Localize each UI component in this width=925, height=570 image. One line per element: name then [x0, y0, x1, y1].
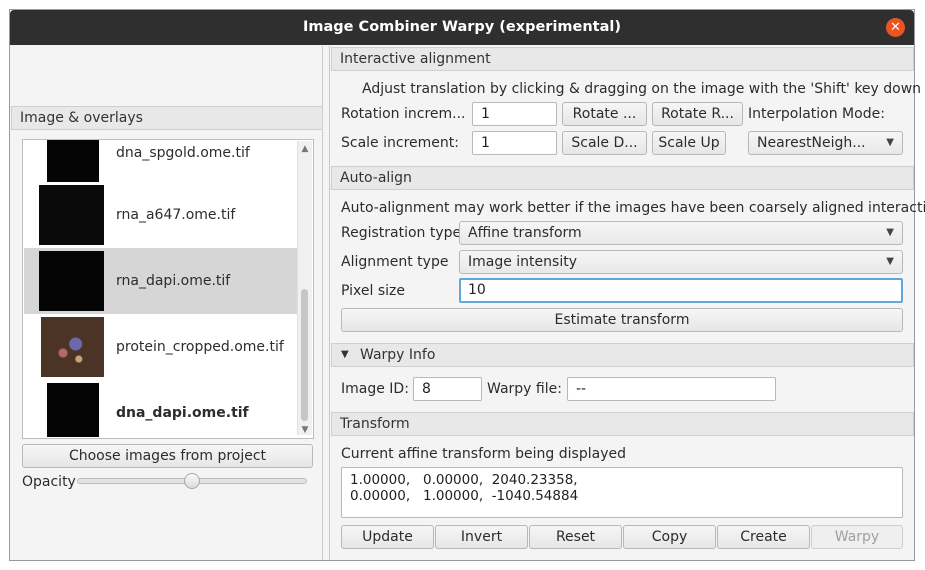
opacity-label: Opacity — [22, 474, 76, 490]
create-button[interactable]: Create — [717, 525, 810, 549]
copy-button[interactable]: Copy — [623, 525, 716, 549]
image-thumbnail — [39, 251, 104, 311]
alignment-type-value: Image intensity — [468, 254, 577, 270]
image-name: dna_dapi.ome.tif — [116, 405, 249, 421]
warpy-info-header[interactable]: ▼ Warpy Info — [331, 343, 914, 367]
alignment-type-select[interactable]: Image intensity ▼ — [459, 250, 903, 274]
rotate-right-button[interactable]: Rotate R... — [652, 102, 743, 126]
interactive-instruction: Adjust translation by clicking & draggin… — [362, 81, 922, 97]
transform-row-1: 1.00000, 0.00000, 2040.23358, — [350, 472, 578, 488]
opacity-slider-knob[interactable] — [184, 473, 200, 489]
image-thumbnail — [47, 383, 99, 437]
split-pane-divider[interactable] — [322, 46, 330, 560]
image-name: rna_a647.ome.tif — [116, 207, 236, 223]
scale-increment-input[interactable]: 1 — [472, 131, 557, 155]
list-item-protein-cropped[interactable]: protein_cropped.ome.tif — [24, 314, 297, 380]
registration-type-label: Registration type — [341, 225, 462, 241]
pixel-size-input[interactable]: 10 — [459, 278, 903, 303]
rotate-left-button[interactable]: Rotate ... — [562, 102, 647, 126]
registration-type-value: Affine transform — [468, 225, 582, 241]
reset-button[interactable]: Reset — [529, 525, 622, 549]
left-top-blank — [11, 46, 322, 106]
image-name: protein_cropped.ome.tif — [116, 339, 284, 355]
update-button[interactable]: Update — [341, 525, 434, 549]
scroll-up-icon[interactable]: ▲ — [298, 142, 312, 156]
image-list[interactable]: dna_spgold.ome.tif rna_a647.ome.tif rna_… — [22, 139, 314, 439]
interpolation-mode-label: Interpolation Mode: — [748, 106, 885, 122]
chevron-down-icon: ▼ — [886, 227, 894, 238]
interpolation-mode-select[interactable]: NearestNeigh... ▼ — [748, 131, 903, 155]
estimate-transform-button[interactable]: Estimate transform — [341, 308, 903, 332]
chevron-down-icon: ▼ — [886, 137, 894, 148]
close-icon[interactable]: ✕ — [886, 18, 905, 37]
auto-align-header: Auto-align — [331, 166, 914, 190]
image-overlays-header: Image & overlays — [11, 106, 323, 130]
registration-type-select[interactable]: Affine transform ▼ — [459, 221, 903, 245]
list-scrollbar[interactable]: ▲ ▼ — [297, 141, 312, 435]
scale-increment-label: Scale increment: — [341, 135, 459, 151]
rotation-increment-input[interactable]: 1 — [472, 102, 557, 126]
app-window: Image Combiner Warpy (experimental) ✕ Im… — [9, 9, 925, 561]
transform-row-2: 0.00000, 1.00000, -1040.54884 — [350, 488, 579, 504]
pixel-size-label: Pixel size — [341, 283, 405, 299]
list-item-rna-a647[interactable]: rna_a647.ome.tif — [24, 182, 297, 248]
image-id-field[interactable]: 8 — [413, 377, 482, 401]
transform-caption: Current affine transform being displayed — [341, 446, 626, 462]
alignment-type-label: Alignment type — [341, 254, 449, 270]
interpolation-mode-value: NearestNeigh... — [757, 135, 866, 151]
chevron-down-icon: ▼ — [886, 256, 894, 267]
choose-images-button[interactable]: Choose images from project — [22, 444, 313, 468]
image-name: rna_dapi.ome.tif — [116, 273, 231, 289]
auto-align-note: Auto-alignment may work better if the im… — [341, 200, 925, 216]
rotation-increment-label: Rotation increm... — [341, 106, 466, 122]
title-bar[interactable]: Image Combiner Warpy (experimental) ✕ — [10, 10, 914, 45]
list-item-dna-dapi[interactable]: dna_dapi.ome.tif — [24, 380, 297, 438]
transform-header: Transform — [331, 412, 914, 436]
image-thumbnail — [39, 185, 104, 245]
scale-up-button[interactable]: Scale Up — [652, 131, 726, 155]
window-title: Image Combiner Warpy (experimental) — [303, 19, 621, 35]
scrollbar-thumb[interactable] — [301, 289, 308, 421]
scroll-down-icon[interactable]: ▼ — [298, 423, 312, 437]
interactive-alignment-header: Interactive alignment — [331, 47, 914, 71]
image-thumbnail — [47, 140, 99, 182]
warpy-file-label: Warpy file: — [487, 381, 562, 397]
scale-down-button[interactable]: Scale D... — [562, 131, 647, 155]
invert-button[interactable]: Invert — [435, 525, 528, 549]
image-thumbnail — [41, 317, 104, 377]
warpy-info-title: Warpy Info — [360, 347, 436, 363]
list-item-rna-dapi[interactable]: rna_dapi.ome.tif — [24, 248, 297, 314]
warpy-file-field[interactable]: -- — [567, 377, 776, 401]
collapse-triangle-icon[interactable]: ▼ — [341, 344, 349, 366]
list-item-dna-spgold[interactable]: dna_spgold.ome.tif — [24, 140, 297, 182]
image-id-label: Image ID: — [341, 381, 409, 397]
warpy-button: Warpy — [811, 525, 903, 549]
affine-transform-textarea[interactable]: 1.00000, 0.00000, 2040.23358, 0.00000, 1.… — [341, 467, 903, 518]
image-name: dna_spgold.ome.tif — [116, 145, 250, 161]
